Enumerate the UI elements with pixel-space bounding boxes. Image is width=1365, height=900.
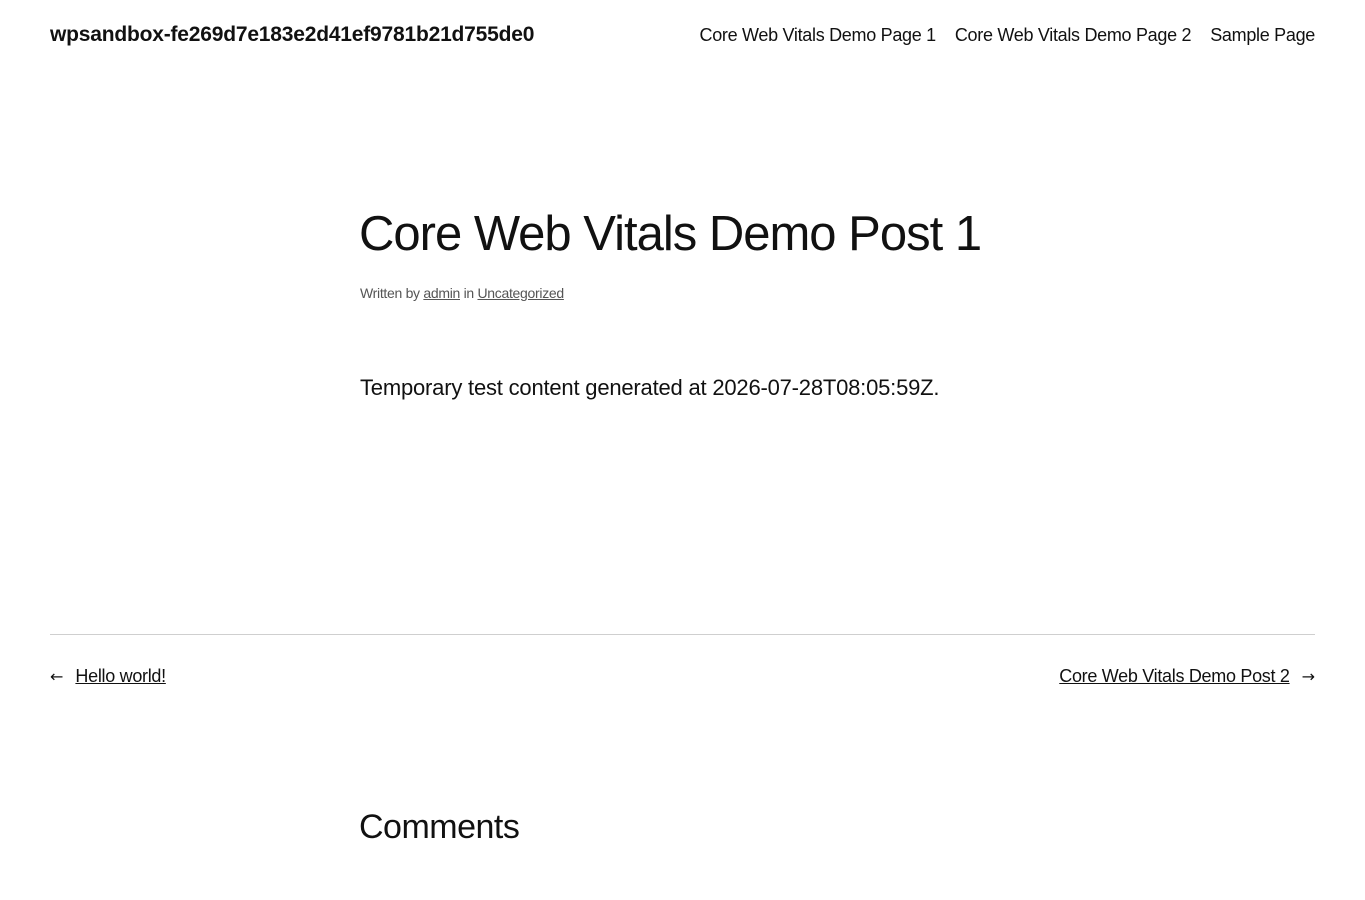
post-content: Temporary test content generated at 2026…	[360, 375, 940, 400]
site-header: wpsandbox-fe269d7e183e2d41ef9781b21d755d…	[50, 0, 1315, 72]
post-meta-in: in	[463, 285, 475, 301]
next-post-nav: Core Web Vitals Demo Post 2 →	[1059, 666, 1315, 687]
primary-navigation: Core Web Vitals Demo Page 1 Core Web Vit…	[700, 25, 1316, 46]
post-title: Core Web Vitals Demo Post 1	[359, 207, 982, 261]
arrow-left-icon: ←	[50, 667, 64, 686]
comments-heading: Comments	[359, 808, 520, 846]
previous-post-nav: ← Hello world!	[50, 666, 166, 687]
site-title-link[interactable]: wpsandbox-fe269d7e183e2d41ef9781b21d755d…	[50, 23, 534, 47]
post-meta: Written by admin in Uncategorized	[360, 285, 564, 301]
nav-item-sample-page[interactable]: Sample Page	[1210, 25, 1315, 46]
post-author-link[interactable]: admin	[423, 285, 460, 301]
nav-item-core-web-vitals-demo-page-1[interactable]: Core Web Vitals Demo Page 1	[700, 25, 937, 46]
post-category-link[interactable]: Uncategorized	[477, 285, 564, 301]
post-meta-written-by: Written by	[360, 285, 420, 301]
previous-post-link[interactable]: Hello world!	[75, 666, 166, 687]
next-post-link[interactable]: Core Web Vitals Demo Post 2	[1059, 666, 1290, 687]
arrow-right-icon: →	[1301, 667, 1315, 686]
section-divider	[50, 634, 1315, 635]
nav-item-core-web-vitals-demo-page-2[interactable]: Core Web Vitals Demo Page 2	[955, 25, 1192, 46]
